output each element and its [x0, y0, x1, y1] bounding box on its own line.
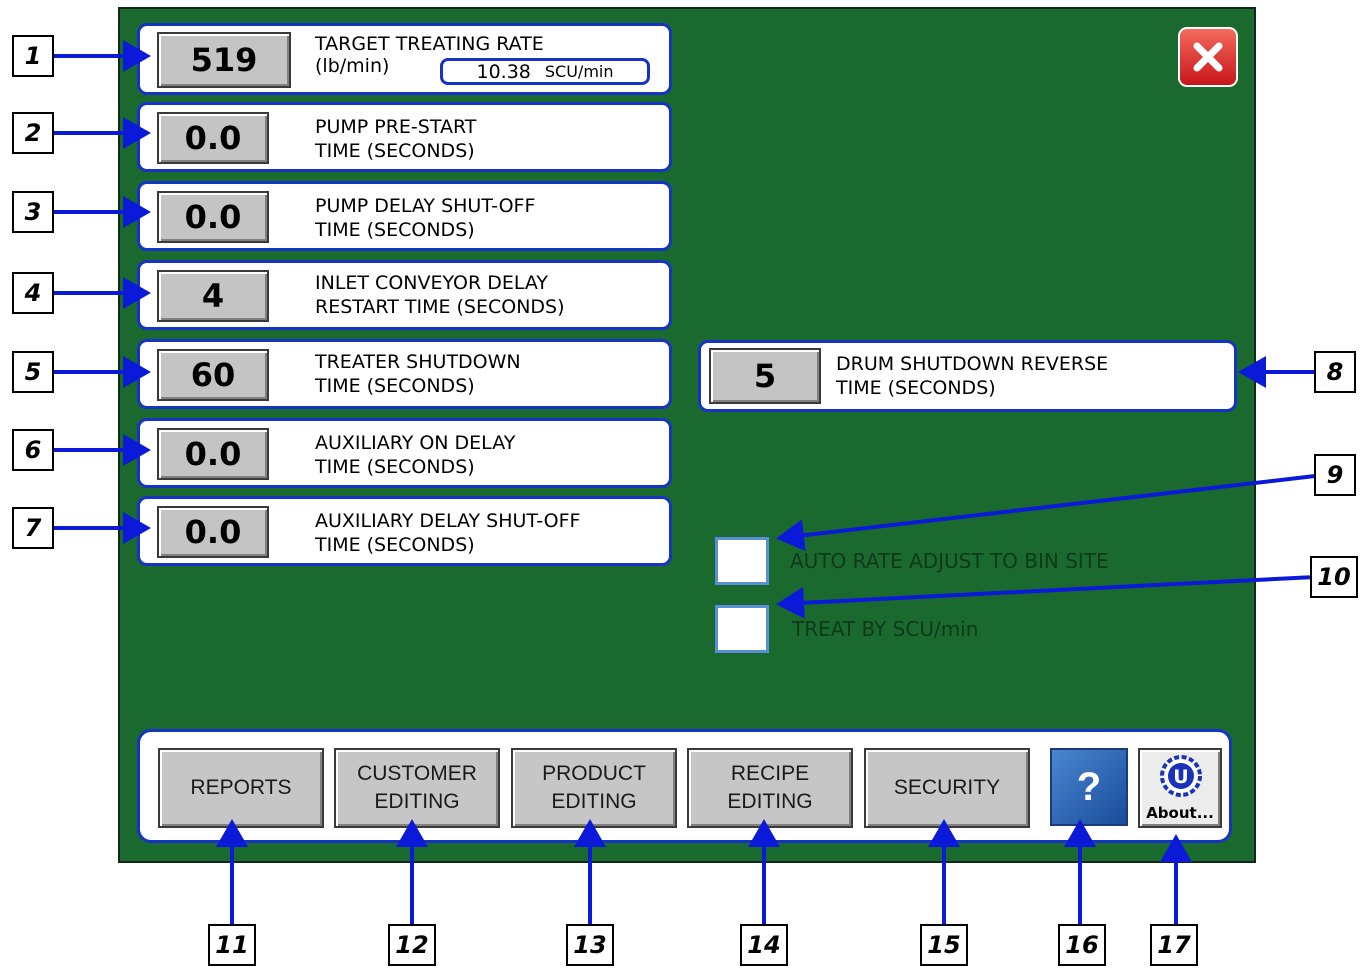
arrow-10	[776, 575, 1316, 619]
callout-2: 2	[12, 112, 54, 154]
callout-14: 14	[740, 924, 788, 966]
callout-1: 1	[12, 35, 54, 77]
callout-16: 16	[1058, 924, 1106, 966]
callout-5: 5	[12, 351, 54, 393]
callout-15: 15	[920, 924, 968, 966]
callout-12: 12	[388, 924, 436, 966]
callout-6: 6	[12, 429, 54, 471]
callout-4: 4	[12, 272, 54, 314]
callout-3: 3	[12, 191, 54, 233]
callout-8: 8	[1314, 351, 1356, 393]
callout-10: 10	[1310, 556, 1358, 598]
callout-arrows	[54, 40, 1316, 925]
callout-13: 13	[566, 924, 614, 966]
callout-11: 11	[208, 924, 256, 966]
callout-17: 17	[1150, 924, 1198, 966]
callout-7: 7	[12, 507, 54, 549]
callout-9: 9	[1314, 454, 1356, 496]
arrow-9	[776, 474, 1316, 552]
